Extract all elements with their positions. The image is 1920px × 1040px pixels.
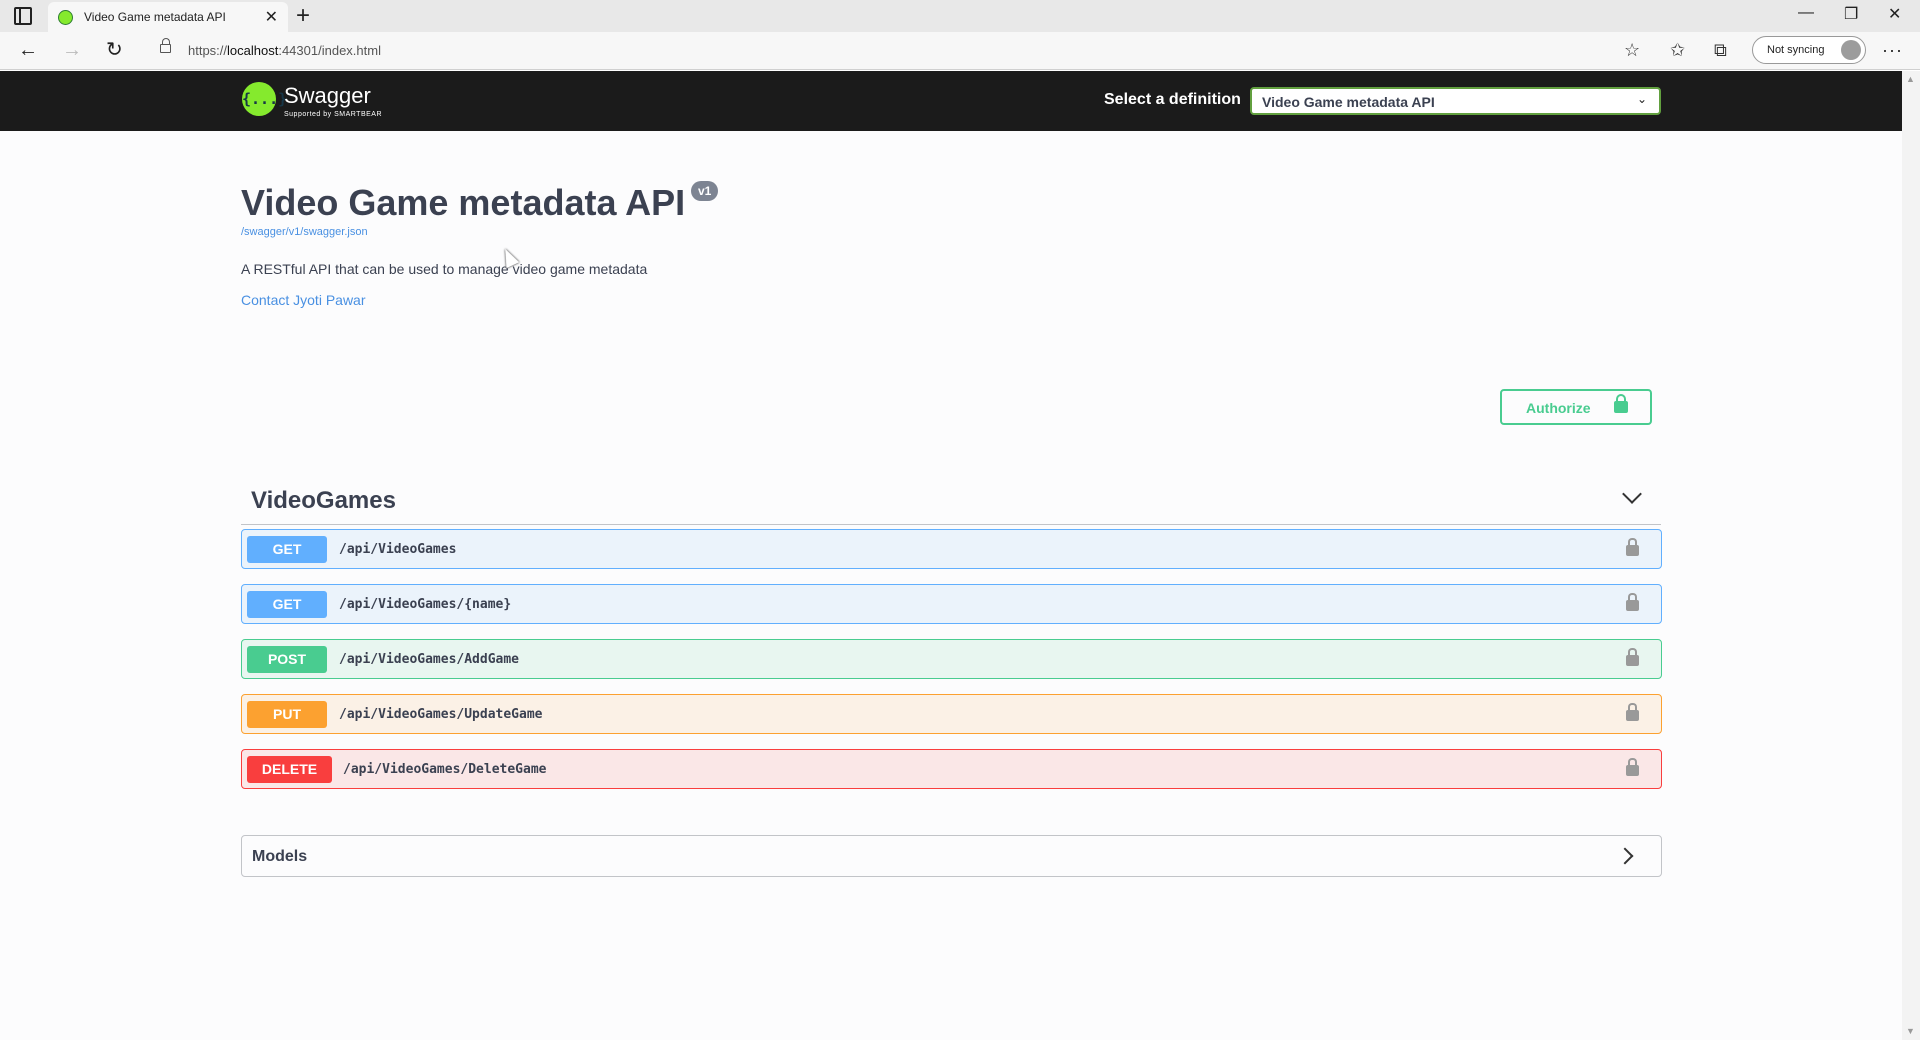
chevron-down-icon[interactable] bbox=[1622, 484, 1642, 504]
contact-link[interactable]: Contact Jyoti Pawar bbox=[241, 292, 366, 308]
lock-icon[interactable] bbox=[160, 38, 171, 53]
lock-icon[interactable] bbox=[1626, 758, 1639, 776]
tab-actions-icon[interactable] bbox=[14, 7, 32, 25]
collections-icon[interactable]: ⧉ bbox=[1714, 40, 1727, 60]
operation-path: /api/VideoGames/UpdateGame bbox=[339, 707, 543, 722]
operation-get-videogame-by-name[interactable]: GET /api/VideoGames/{name} bbox=[241, 584, 1662, 624]
address-bar: ← → ↻ https://localhost:44301/index.html… bbox=[0, 32, 1920, 70]
swagger-favicon-icon bbox=[58, 10, 73, 25]
swagger-logo-text[interactable]: Swagger bbox=[284, 83, 371, 109]
tab-title: Video Game metadata API bbox=[84, 10, 226, 24]
lock-icon[interactable] bbox=[1626, 538, 1639, 556]
lock-icon[interactable] bbox=[1626, 648, 1639, 666]
scroll-down-icon[interactable]: ▼ bbox=[1906, 1026, 1915, 1036]
url-prefix: https:// bbox=[188, 43, 228, 58]
forward-icon[interactable]: → bbox=[62, 40, 82, 60]
tag-header-videogames[interactable]: VideoGames bbox=[241, 477, 1661, 525]
api-title: Video Game metadata API bbox=[241, 182, 686, 223]
operation-post-addgame[interactable]: POST /api/VideoGames/AddGame bbox=[241, 639, 1662, 679]
url-rest: :44301/index.html bbox=[278, 43, 381, 58]
chevron-right-icon[interactable] bbox=[1616, 847, 1634, 865]
operation-put-updategame[interactable]: PUT /api/VideoGames/UpdateGame bbox=[241, 694, 1662, 734]
scroll-up-icon[interactable]: ▲ bbox=[1906, 74, 1915, 84]
lock-icon[interactable] bbox=[1626, 593, 1639, 611]
operation-path: /api/VideoGames/AddGame bbox=[339, 652, 520, 667]
definition-select[interactable]: Video Game metadata API ⌄ bbox=[1250, 87, 1661, 115]
method-badge: GET bbox=[247, 591, 327, 618]
browser-tab[interactable]: Video Game metadata API ✕ bbox=[48, 2, 288, 32]
close-tab-icon[interactable]: ✕ bbox=[265, 7, 278, 27]
more-icon[interactable]: ··· bbox=[1882, 40, 1903, 61]
operation-get-videogames[interactable]: GET /api/VideoGames bbox=[241, 529, 1662, 569]
definition-label: Select a definition bbox=[1104, 91, 1241, 108]
profile-avatar-icon bbox=[1841, 40, 1861, 60]
new-tab-icon[interactable]: + bbox=[296, 2, 310, 30]
operation-path: /api/VideoGames bbox=[339, 542, 457, 557]
sync-label: Not syncing bbox=[1767, 44, 1825, 56]
page-scrollbar[interactable] bbox=[1902, 71, 1920, 1040]
lock-icon[interactable] bbox=[1626, 703, 1639, 721]
operation-path: /api/VideoGames/DeleteGame bbox=[343, 762, 547, 777]
swagger-logo-icon[interactable]: {...} bbox=[242, 82, 287, 116]
authorize-button[interactable]: Authorize bbox=[1500, 389, 1652, 425]
operation-path: /api/VideoGames/{name} bbox=[339, 597, 512, 612]
models-section[interactable]: Models bbox=[241, 835, 1662, 877]
minimize-icon[interactable]: — bbox=[1798, 4, 1814, 22]
favorites-icon[interactable]: ✩ bbox=[1670, 40, 1685, 60]
chevron-down-icon: ⌄ bbox=[1636, 92, 1647, 106]
unlocked-icon bbox=[1614, 394, 1628, 413]
back-icon[interactable]: ← bbox=[18, 40, 38, 60]
api-description: A RESTful API that can be used to manage… bbox=[241, 261, 648, 277]
definition-select-value: Video Game metadata API bbox=[1262, 94, 1435, 110]
swagger-topbar: {...} Swagger Supported by SMARTBEAR Sel… bbox=[0, 71, 1902, 131]
tag-title: VideoGames bbox=[251, 487, 396, 514]
method-badge: PUT bbox=[247, 701, 327, 728]
authorize-label: Authorize bbox=[1526, 400, 1591, 416]
operation-delete-deletegame[interactable]: DELETE /api/VideoGames/DeleteGame bbox=[241, 749, 1662, 789]
version-badge: v1 bbox=[691, 181, 719, 201]
models-title: Models bbox=[252, 848, 308, 865]
method-badge: DELETE bbox=[247, 756, 332, 783]
swagger-logo-subtitle: Supported by SMARTBEAR bbox=[284, 111, 383, 118]
url-field[interactable]: https://localhost:44301/index.html bbox=[188, 43, 381, 58]
method-badge: POST bbox=[247, 646, 327, 673]
browser-tab-bar: Video Game metadata API ✕ + — ❐ ✕ bbox=[0, 0, 1920, 32]
profile-sync-button[interactable]: Not syncing bbox=[1752, 36, 1866, 64]
method-badge: GET bbox=[247, 536, 327, 563]
window-close-icon[interactable]: ✕ bbox=[1888, 4, 1901, 24]
url-host: localhost bbox=[227, 43, 279, 58]
add-favorite-icon[interactable]: ☆ bbox=[1624, 40, 1640, 60]
spec-url-link[interactable]: /swagger/v1/swagger.json bbox=[241, 226, 368, 238]
restore-icon[interactable]: ❐ bbox=[1844, 4, 1858, 24]
refresh-icon[interactable]: ↻ bbox=[106, 40, 123, 60]
